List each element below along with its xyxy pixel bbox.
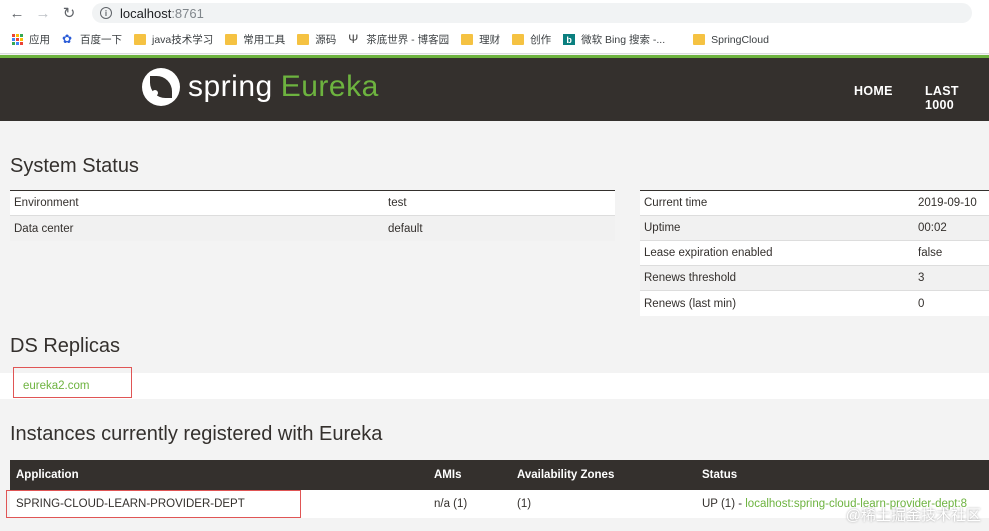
folder-icon [134,34,146,45]
bookmark-baidu[interactable]: ✿ 百度一下 [62,32,122,47]
watermark: @稀土掘金技术社区 [845,507,981,524]
col-status: Status [702,469,738,481]
folder-icon [225,34,238,45]
url-text: localhost:8761 [120,5,204,21]
table-row: Lease expiration enabled false [640,241,989,266]
app-amis: n/a (1) [434,498,468,510]
datacenter-label: Data center [14,222,74,235]
lease-value: false [918,247,943,259]
info-icon[interactable]: i [100,7,112,19]
app-zones: (1) [517,498,532,510]
nav-home[interactable]: HOME [854,84,893,98]
spring-leaf-icon [142,68,180,106]
col-amis: AMIs [434,469,462,481]
bookmark-create[interactable]: 创作 [512,32,551,47]
renews-threshold-value: 3 [918,272,925,284]
apps-grid-icon [12,34,23,45]
blog-icon: Ψ [348,32,359,46]
bookmarks-bar: 应用 ✿ 百度一下 java技术学习 常用工具 源码 Ψ 茶底世界 - 博客园 … [0,26,989,54]
table-row: Current time 2019-09-10 [640,191,989,216]
system-status-right-table: Current time 2019-09-10 Uptime 00:02 Lea… [640,190,989,316]
bookmark-blog[interactable]: Ψ 茶底世界 - 博客园 [348,32,449,47]
system-status-title: System Status [10,155,139,177]
uptime-label: Uptime [644,222,681,234]
folder-icon [693,34,706,45]
bookmark-finance[interactable]: 理财 [461,32,500,47]
col-application: Application [16,469,79,481]
bookmark-bing[interactable]: b 微软 Bing 搜索 -... [563,32,665,47]
table-row: Renews threshold 3 [640,266,989,291]
lease-label: Lease expiration enabled [644,247,773,259]
arrow-right-icon[interactable]: → [34,4,52,22]
system-status-left-table: Environment test Data center default [10,190,615,241]
table-row: Renews (last min) 0 [640,291,989,316]
folder-icon [297,34,310,45]
renews-last-min-value: 0 [918,297,925,310]
bookmark-apps[interactable]: 应用 [12,32,50,47]
replicas-list [0,373,989,399]
folder-icon [512,34,525,45]
baidu-paw-icon: ✿ [62,32,73,46]
bookmark-java[interactable]: java技术学习 [134,32,213,47]
browser-address-bar: ← → ↻ i localhost:8761 [0,0,989,26]
ds-replicas-title: DS Replicas [10,335,121,357]
current-time-value: 2019-09-10 [918,197,977,209]
url-input[interactable]: i localhost:8761 [92,3,972,23]
bing-icon: b [563,34,576,45]
renews-last-min-label: Renews (last min) [644,297,737,310]
env-value: test [388,197,407,209]
current-time-label: Current time [644,197,708,209]
instances-title: Instances currently registered with Eure… [10,423,383,445]
datacenter-value: default [388,222,423,235]
highlight-box [13,367,132,398]
col-zones: Availability Zones [517,469,615,481]
spring-eureka-logo[interactable]: spring Eureka [142,68,379,106]
bookmark-source[interactable]: 源码 [297,32,336,47]
logo-eureka-text: Eureka [280,70,379,103]
arrow-left-icon[interactable]: ← [8,4,26,22]
nav-last-1000[interactable]: LAST 1000 [925,84,989,112]
table-row: Uptime 00:02 [640,216,989,241]
env-label: Environment [14,197,79,209]
table-row: Environment test [10,191,615,216]
renews-threshold-label: Renews threshold [644,272,737,284]
highlight-box [6,490,301,518]
uptime-value: 00:02 [918,222,947,234]
eureka-header: spring Eureka HOME LAST 1000 [0,55,989,121]
bookmark-springcloud[interactable]: SpringCloud [693,34,769,46]
instances-table-header: Application AMIs Availability Zones Stat… [10,460,989,490]
logo-spring-text: spring [188,70,273,103]
bookmark-tools[interactable]: 常用工具 [225,32,285,47]
folder-icon [461,34,474,45]
reload-icon[interactable]: ↻ [60,4,78,22]
table-row: Data center default [10,216,615,241]
